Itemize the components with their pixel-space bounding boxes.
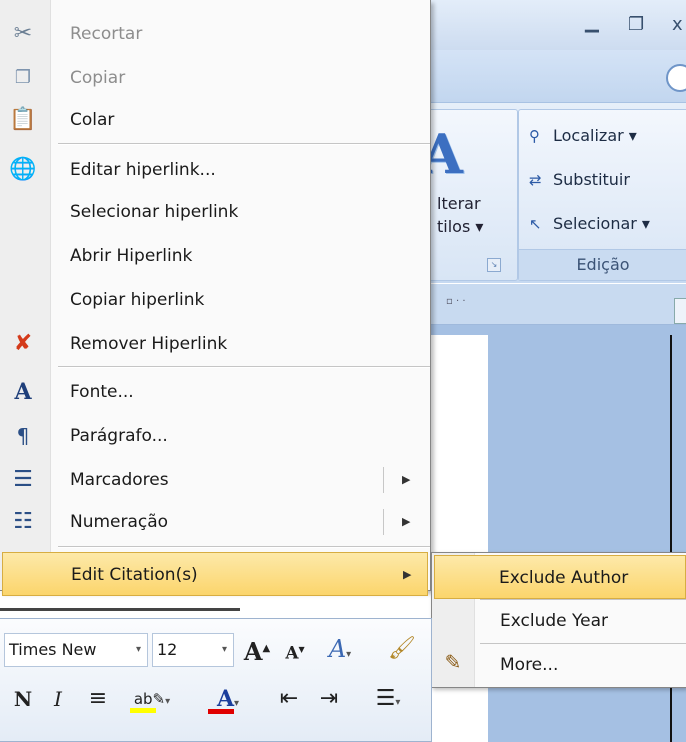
menu-item-bullets[interactable]: ☰ Marcadores ▶: [0, 458, 430, 502]
edit-citation-submenu: Exclude Author Exclude Year ✎ More...: [431, 552, 686, 688]
replace-label: Substituir: [553, 170, 630, 189]
editing-group-label: Edição: [519, 249, 686, 280]
styles-group: A lterar tilos ▾ ↘: [420, 109, 518, 281]
menu-item-open-hyperlink[interactable]: Abrir Hiperlink: [0, 234, 430, 278]
menu-item-edit-citations[interactable]: Edit Citation(s) ▶: [2, 552, 428, 596]
menu-item-open-hyperlink-label: Abrir Hiperlink: [70, 246, 193, 266]
replace-button[interactable]: ⇄ Substituir: [529, 170, 630, 189]
font-name-combobox[interactable]: Times New ▾: [4, 633, 148, 667]
menu-item-numbering-label: Numeração: [70, 512, 169, 532]
hyperlink-globe-icon: 🌐: [9, 157, 37, 182]
change-styles-button[interactable]: lterar tilos ▾: [437, 192, 483, 238]
menu-separator: [58, 143, 430, 145]
menu-item-edit-citations-label: Edit Citation(s): [71, 565, 198, 585]
replace-icon: ⇄: [529, 171, 542, 189]
ruler-ticks: ▫ · ·: [446, 296, 466, 307]
minimize-button[interactable]: ▁: [585, 12, 599, 33]
menu-item-copy-hyperlink-label: Copiar hiperlink: [70, 290, 205, 310]
font-size-value: 12: [157, 640, 178, 659]
help-icon[interactable]: [666, 64, 686, 92]
styles-dialog-launcher-icon[interactable]: ↘: [487, 258, 501, 272]
menu-item-cut-label: Recortar: [70, 24, 143, 44]
menu-item-select-hyperlink[interactable]: Selecionar hiperlink: [0, 190, 430, 234]
font-name-value: Times New: [9, 640, 97, 659]
menu-item-paste-label: Colar: [70, 110, 115, 130]
submenu-arrow-icon[interactable]: ▶: [402, 458, 410, 502]
editing-group: ⚲ Localizar ▾ ⇄ Substituir ↖ Selecionar ▾ E…: [518, 109, 686, 281]
submenu-item-exclude-author-label: Exclude Author: [499, 568, 629, 588]
menu-item-cut[interactable]: ✂ Recortar: [0, 12, 430, 56]
paste-icon: 📋: [9, 107, 37, 132]
menu-item-font-label: Fonte...: [70, 382, 134, 402]
menu-item-bullets-label: Marcadores: [70, 470, 169, 490]
close-button[interactable]: x: [672, 14, 683, 35]
bold-button[interactable]: N: [8, 681, 38, 717]
change-styles-label-line1: lterar: [437, 194, 481, 213]
copy-icon: ❐: [14, 67, 32, 88]
styles-button[interactable]: A▾: [318, 631, 362, 667]
submenu-item-more[interactable]: More...: [432, 643, 686, 687]
ruler[interactable]: ▫ · ·: [420, 284, 686, 325]
align-center-icon[interactable]: ≡: [80, 681, 116, 717]
menu-item-remove-hyperlink[interactable]: ✘ Remover Hiperlink: [0, 322, 430, 366]
change-styles-label-line2: tilos ▾: [437, 217, 484, 236]
menu-item-paragraph[interactable]: ¶ Parágrafo...: [0, 414, 430, 458]
ribbon-tab-bar: [420, 50, 686, 103]
menu-item-copy-label: Copiar: [70, 68, 126, 88]
menu-separator: [58, 546, 430, 548]
remove-hyperlink-icon: ✘: [13, 331, 33, 356]
font-color-button[interactable]: A▾: [200, 681, 256, 717]
menu-item-numbering[interactable]: ☷ Numeração ▶: [0, 500, 430, 544]
bullets-dropdown-button[interactable]: ☰▾: [356, 681, 420, 717]
submenu-item-exclude-year-label: Exclude Year: [500, 611, 608, 631]
find-button[interactable]: ⚲ Localizar ▾: [529, 126, 637, 145]
menu-item-select-hyperlink-label: Selecionar hiperlink: [70, 202, 239, 222]
chevron-down-icon[interactable]: ▾: [136, 634, 141, 666]
find-label: Localizar ▾: [553, 126, 637, 145]
grow-font-button[interactable]: A▲: [240, 631, 274, 667]
bullets-icon: ☰: [13, 467, 33, 492]
numbering-icon: ☷: [13, 509, 33, 534]
format-painter-icon[interactable]: 🖌: [382, 631, 422, 667]
menu-item-font[interactable]: A Fonte...: [0, 370, 430, 414]
chevron-down-icon[interactable]: ▾: [222, 634, 227, 666]
menu-item-remove-hyperlink-label: Remover Hiperlink: [70, 334, 228, 354]
submenu-item-exclude-author[interactable]: Exclude Author: [434, 555, 686, 599]
text-highlight-button[interactable]: ab✎▾: [124, 681, 180, 717]
select-label: Selecionar ▾: [553, 214, 650, 233]
highlight-color-swatch: [130, 708, 156, 713]
font-color-swatch: [208, 709, 234, 714]
increase-indent-icon[interactable]: ⇥: [312, 681, 346, 717]
menu-item-copy-hyperlink[interactable]: Copiar hiperlink: [0, 278, 430, 322]
italic-button[interactable]: I: [44, 681, 72, 717]
menu-item-edit-hyperlink[interactable]: 🌐 Editar hiperlink...: [0, 148, 430, 192]
menu-item-paste[interactable]: 📋 Colar: [0, 98, 430, 142]
submenu-arrow-icon: ▶: [403, 568, 412, 581]
submenu-item-exclude-year[interactable]: Exclude Year: [432, 599, 686, 643]
mini-toolbar: Times New ▾ 12 ▾ A▲ A▼ A▾ 🖌 N I ≡ ab✎▾ A…: [0, 618, 432, 742]
menu-item-copy[interactable]: ❐ Copiar: [0, 56, 430, 100]
font-icon: A: [14, 379, 32, 405]
decrease-indent-icon[interactable]: ⇤: [272, 681, 306, 717]
binoculars-icon: ⚲: [529, 127, 540, 145]
font-size-combobox[interactable]: 12 ▾: [152, 633, 234, 667]
submenu-arrow-icon[interactable]: ▶: [402, 500, 410, 544]
select-button[interactable]: ↖ Selecionar ▾: [529, 214, 650, 233]
menu-separator: [58, 366, 430, 368]
menu-item-edit-hyperlink-label: Editar hiperlink...: [70, 160, 216, 180]
cursor-arrow-icon: ↖: [529, 215, 542, 233]
title-bar: ▁ ❐ x: [420, 0, 686, 50]
restore-button[interactable]: ❐: [628, 14, 644, 35]
scissors-icon: ✂: [13, 21, 33, 46]
submenu-divider: [383, 509, 384, 535]
context-menu: ✂ Recortar ❐ Copiar 📋 Colar 🌐 Editar hip…: [0, 0, 431, 596]
ruler-view-toggle[interactable]: [674, 298, 686, 324]
menu-item-paragraph-label: Parágrafo...: [70, 426, 168, 446]
paragraph-icon: ¶: [16, 424, 30, 448]
ribbon: A lterar tilos ▾ ↘ ⚲ Localizar ▾ ⇄ Substit…: [420, 103, 686, 283]
submenu-item-more-label: More...: [500, 655, 559, 675]
submenu-divider: [383, 467, 384, 493]
shrink-font-button[interactable]: A▼: [280, 631, 310, 667]
